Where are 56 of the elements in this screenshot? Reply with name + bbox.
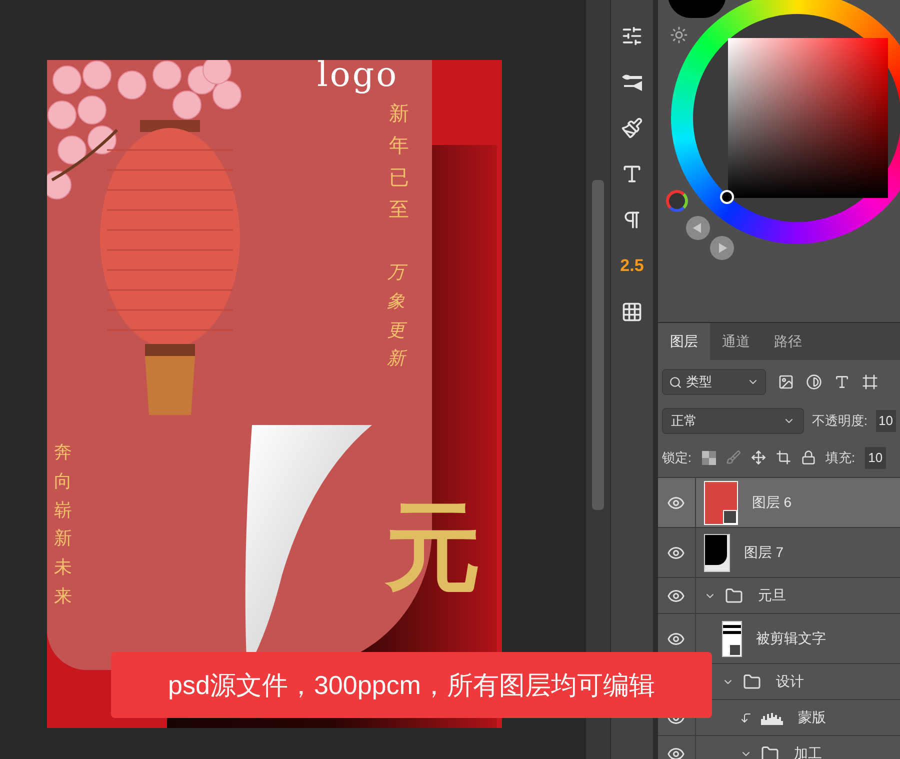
title-character: 元	[385, 500, 481, 596]
caption-toast: psd源文件，300ppcm，所有图层均可编辑	[111, 652, 712, 718]
clip-arrow-icon	[740, 712, 752, 724]
scrollbar-thumb[interactable]	[592, 180, 604, 510]
shape-filter-icon[interactable]	[862, 374, 878, 390]
lock-icon[interactable]	[800, 450, 816, 465]
sliders-icon[interactable]	[620, 25, 643, 47]
brightness-icon[interactable]	[670, 26, 688, 44]
layer-name: 元旦	[758, 586, 786, 605]
type-filter-icon[interactable]	[834, 374, 850, 390]
layer-thumbnail	[722, 620, 742, 656]
adjustment-filter-icon[interactable]	[806, 374, 822, 390]
brush-icon[interactable]	[620, 117, 643, 139]
panel-tab[interactable]: 通道	[710, 323, 762, 360]
panel-tab[interactable]: 路径	[762, 323, 814, 360]
checkerboard-icon[interactable]	[702, 450, 716, 464]
vertical-slogan: 奔向崭新未来	[54, 441, 72, 608]
search-icon	[668, 376, 682, 388]
folder-icon	[742, 672, 762, 690]
opacity-label: 不透明度:	[812, 412, 868, 430]
previous-button[interactable]	[686, 216, 710, 240]
lock-label: 锁定:	[662, 448, 692, 467]
tool-value[interactable]: 2.5	[620, 253, 644, 279]
next-button[interactable]	[710, 236, 734, 260]
fill-field[interactable]: 10	[865, 446, 886, 468]
filter-dropdown[interactable]: 类型	[662, 369, 766, 395]
layer-thumbnail	[704, 534, 730, 572]
folder-icon	[760, 744, 780, 759]
layer-name: 设计	[776, 672, 804, 691]
filter-value: 类型	[686, 373, 713, 392]
layer-name: 图层 6	[752, 493, 792, 512]
logo-text: logo	[317, 60, 399, 92]
fill-label: 填充:	[826, 448, 856, 467]
move-icon[interactable]	[750, 450, 766, 465]
folder-icon	[724, 586, 744, 604]
opacity-field[interactable]: 10	[876, 410, 896, 432]
vertical-slogan: 新年已至	[389, 102, 409, 223]
saturation-square[interactable]	[728, 38, 888, 198]
blend-mode-dropdown[interactable]: 正常	[662, 408, 804, 434]
layer-name: 被剪辑文字	[756, 629, 826, 648]
left-triangle-icon	[692, 223, 703, 233]
layer-thumbnail	[704, 480, 738, 524]
brush-presets-icon[interactable]	[620, 72, 644, 92]
levels-icon	[760, 710, 784, 724]
layer-row[interactable]: 元旦	[658, 578, 900, 614]
grid-icon[interactable]	[620, 301, 643, 323]
crop-icon[interactable]	[776, 450, 791, 465]
rgb-mode-icon[interactable]	[666, 190, 688, 212]
layer-name: 图层 7	[744, 543, 784, 562]
vertical-slogan: 万象更新	[387, 258, 405, 374]
layer-row[interactable]: 图层 7	[658, 528, 900, 578]
image-filter-icon[interactable]	[778, 374, 794, 390]
blend-mode-value: 正常	[670, 412, 697, 430]
layer-row[interactable]: 图层 6	[658, 478, 900, 528]
layer-name: 蒙版	[798, 708, 826, 727]
panel-tab[interactable]: 图层	[658, 323, 710, 360]
